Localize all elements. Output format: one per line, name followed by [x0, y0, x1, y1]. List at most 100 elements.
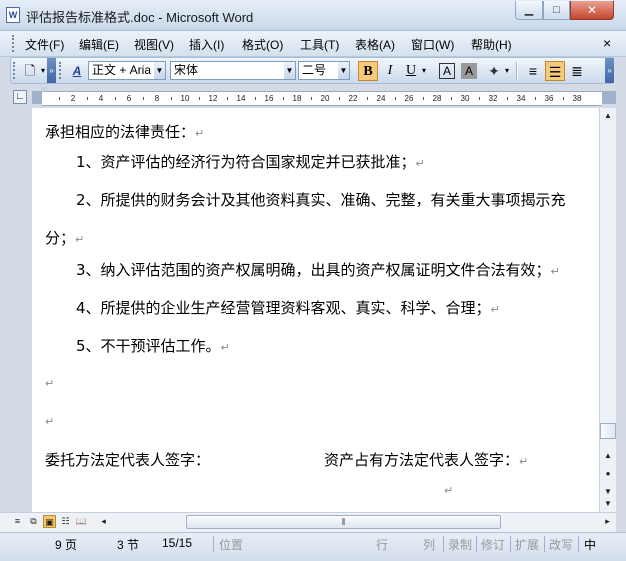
- menu-window[interactable]: 窗口(W): [411, 36, 454, 53]
- scroll-up-icon[interactable]: ▲: [600, 108, 616, 124]
- ruler-tick: [59, 97, 60, 100]
- ruler-tick-label: 12: [208, 94, 218, 103]
- ruler-tick: [339, 97, 340, 100]
- font-size-value: 二号: [302, 63, 327, 77]
- text-effects-dropdown-icon[interactable]: ▾: [502, 61, 512, 81]
- ruler-tick: [563, 97, 564, 100]
- first-line-indent-marker-icon[interactable]: [39, 87, 49, 93]
- align-right-icon[interactable]: ≣: [567, 61, 587, 81]
- menu-tools[interactable]: 工具(T): [300, 36, 339, 53]
- status-page-count: 15/15: [162, 536, 193, 550]
- ruler-tick-label: 20: [320, 94, 330, 103]
- doc-line: 承担相应的法律责任：↵: [45, 123, 205, 141]
- ruler-tick-label: 14: [236, 94, 246, 103]
- horizontal-ruler[interactable]: 2 4 6 8 10 12 14 16 18 20 22 24 26 28 30 32 34 36 38: [42, 91, 602, 106]
- bold-button[interactable]: B: [358, 61, 378, 81]
- doc-line: 2、所提供的财务会计及其他资料真实、准确、完整，有关重大事项揭示充: [76, 191, 566, 209]
- doc-line: ↵: [444, 480, 453, 498]
- ruler-tick: [227, 97, 228, 100]
- vertical-scroll-thumb[interactable]: [600, 423, 616, 439]
- ruler-tick: [283, 97, 284, 100]
- font-dropdown-icon[interactable]: ▼: [284, 62, 295, 79]
- toolbar-chevron-right-icon[interactable]: »: [605, 58, 614, 83]
- menu-table[interactable]: 表格(A): [355, 36, 395, 53]
- ruler-tick: [199, 97, 200, 100]
- paragraph-mark-icon: ↵: [490, 303, 500, 316]
- status-separator: [578, 536, 579, 552]
- reading-view-icon[interactable]: 📖: [75, 515, 88, 528]
- paragraph-mark-icon: ↵: [550, 265, 560, 278]
- status-record[interactable]: 录制: [448, 536, 472, 553]
- minimize-button[interactable]: ▁: [515, 1, 543, 20]
- character-shading-button[interactable]: A: [461, 63, 477, 79]
- doc-line: ↵: [45, 411, 54, 429]
- previous-page-icon[interactable]: ▲: [600, 448, 616, 464]
- ruler-tick-label: 26: [404, 94, 414, 103]
- new-document-icon[interactable]: 🗋: [20, 61, 40, 81]
- word-doc-icon[interactable]: W: [6, 7, 20, 23]
- maximize-button[interactable]: □: [543, 1, 570, 20]
- paragraph-mark-icon: ↵: [519, 455, 529, 468]
- status-overtype[interactable]: 改写: [549, 536, 573, 553]
- web-view-icon[interactable]: ⧉: [27, 515, 40, 528]
- scroll-down-icon[interactable]: ▼: [600, 496, 616, 510]
- ruler-tick-label: 2: [70, 94, 76, 103]
- menu-insert[interactable]: 插入(I): [189, 36, 224, 53]
- horizontal-scroll-thumb[interactable]: ⦀: [186, 515, 501, 529]
- menu-file[interactable]: 文件(F): [25, 36, 64, 53]
- paragraph-mark-icon: ↵: [45, 377, 55, 390]
- toolbar-grip[interactable]: [13, 62, 18, 79]
- align-justify-icon[interactable]: ≡: [523, 61, 543, 81]
- scroll-left-icon[interactable]: ◂: [97, 515, 110, 528]
- align-center-icon[interactable]: ☰: [545, 61, 565, 81]
- ruler-tick: [507, 97, 508, 100]
- toolbar-grip-2[interactable]: [59, 62, 64, 79]
- ruler-tick: [423, 97, 424, 100]
- ruler-tick-label: 34: [516, 94, 526, 103]
- toolbar-separator: [516, 62, 517, 80]
- vertical-scrollbar[interactable]: ▲ ▲ ● ▼ ▼: [599, 108, 616, 512]
- ruler-tick-label: 16: [264, 94, 274, 103]
- ruler-tick-label: 28: [432, 94, 442, 103]
- close-window-button[interactable]: ✕: [570, 1, 614, 20]
- status-extend[interactable]: 扩展: [515, 536, 539, 553]
- underline-dropdown-icon[interactable]: ▾: [419, 61, 429, 81]
- maximize-icon: □: [553, 4, 560, 16]
- select-browse-object-icon[interactable]: ●: [600, 466, 616, 482]
- character-border-button[interactable]: A: [439, 63, 455, 79]
- menu-view[interactable]: 视图(V): [134, 36, 174, 53]
- menubar-grip[interactable]: [12, 35, 17, 52]
- font-value: 宋体: [174, 63, 199, 77]
- text-effects-icon[interactable]: ✦: [484, 61, 504, 81]
- status-separator: [510, 536, 511, 552]
- close-document-button[interactable]: ×: [603, 35, 611, 51]
- normal-view-icon[interactable]: ≡: [11, 515, 24, 528]
- font-combo[interactable]: 宋体 ▼: [170, 61, 296, 80]
- toolbar-chevron-icon[interactable]: »: [47, 58, 56, 83]
- paragraph-mark-icon: ↵: [195, 127, 205, 140]
- ruler-tick-label: 18: [292, 94, 302, 103]
- style-dropdown-icon[interactable]: ▼: [154, 62, 165, 79]
- tab-selector-icon[interactable]: ∟: [13, 90, 27, 104]
- style-combo[interactable]: 正文 + Aria ▼: [88, 61, 166, 80]
- menu-help[interactable]: 帮助(H): [471, 36, 512, 53]
- underline-button[interactable]: U: [401, 61, 421, 81]
- document-page[interactable]: 承担相应的法律责任：↵ 1、资产评估的经济行为符合国家规定并已获批准；↵ 2、所…: [32, 108, 599, 512]
- paragraph-mark-icon: ↵: [444, 484, 454, 497]
- ruler-tick: [395, 97, 396, 100]
- italic-button[interactable]: I: [380, 61, 400, 81]
- styles-pane-icon[interactable]: A: [67, 61, 87, 81]
- status-track-changes[interactable]: 修订: [481, 536, 505, 553]
- ruler-tick: [143, 97, 144, 100]
- menu-edit[interactable]: 编辑(E): [79, 36, 119, 53]
- font-size-combo[interactable]: 二号 ▼: [298, 61, 350, 80]
- paragraph-mark-icon: ↵: [45, 415, 55, 428]
- scroll-right-icon[interactable]: ▸: [601, 515, 614, 528]
- ruler-tick: [311, 97, 312, 100]
- menu-format[interactable]: 格式(O): [242, 36, 283, 53]
- print-layout-view-icon[interactable]: ▣: [43, 515, 56, 528]
- status-bar: 9 页 3 节 15/15 位置 行 列 录制 修订 扩展 改写 中: [0, 532, 626, 561]
- status-line: 行: [376, 538, 389, 552]
- outline-view-icon[interactable]: ☷: [59, 515, 72, 528]
- font-size-dropdown-icon[interactable]: ▼: [338, 62, 349, 79]
